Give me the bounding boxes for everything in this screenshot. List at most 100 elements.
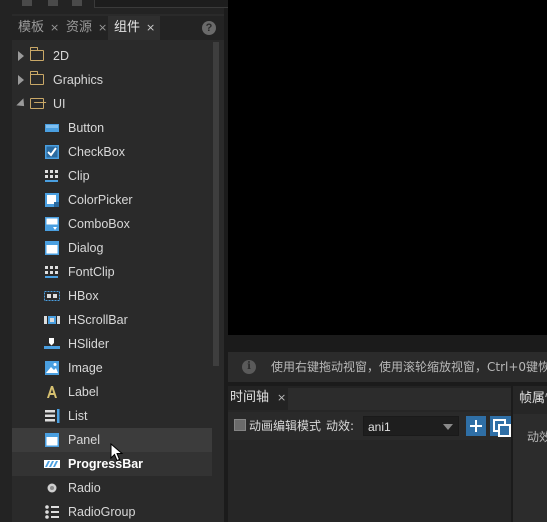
tab-timeline[interactable]: 时间轴 × xyxy=(228,386,286,410)
expand-arrow-icon[interactable] xyxy=(18,75,24,85)
folder-label: 2D xyxy=(53,49,69,63)
tree-item-radiogroup[interactable]: RadioGroup xyxy=(12,500,212,522)
scene-viewport[interactable] xyxy=(228,0,547,335)
viewport-hint-bar: i 使用右键拖动视窗，使用滚轮缩放视窗，Ctrl+0键恢复 xyxy=(228,352,547,382)
folder-icon xyxy=(29,71,44,85)
tab-bar-empty-area xyxy=(288,388,511,410)
frame-properties-body: 动效 xyxy=(513,414,547,522)
close-icon[interactable]: × xyxy=(50,21,59,34)
tree-scrollbar[interactable] xyxy=(213,42,219,366)
tree-item-label: List xyxy=(68,409,88,423)
left-edge-strip xyxy=(0,0,12,522)
tree-item-label: FontClip xyxy=(68,265,115,279)
info-icon: i xyxy=(242,360,256,374)
tree-item-label: HScrollBar xyxy=(68,313,128,327)
timeline-toolbar: 动画编辑模式 动效: ani1 xyxy=(228,412,511,440)
button-icon xyxy=(45,124,59,132)
close-icon[interactable]: × xyxy=(146,21,155,34)
tab-label: 时间轴 xyxy=(230,390,270,405)
toolbar-icon[interactable] xyxy=(22,0,32,6)
label-icon xyxy=(47,386,57,398)
radio-icon xyxy=(47,483,57,493)
tree-item-label: Radio xyxy=(68,481,101,495)
tree-item-label: RadioGroup xyxy=(68,505,136,519)
folder-label: Graphics xyxy=(53,73,104,87)
hscrollbar-icon xyxy=(44,316,60,324)
checkbox-icon xyxy=(45,145,59,159)
viewport-hint-text: 使用右键拖动视窗，使用滚轮缩放视窗，Ctrl+0键恢复 xyxy=(271,360,547,374)
tree-item-colorpicker[interactable]: ColorPicker xyxy=(12,188,212,212)
panel-tab-bar: 模板 × 资源 × 组件 × ? xyxy=(12,16,224,40)
tree-item-hbox[interactable]: HBox xyxy=(12,284,212,308)
tree-item-label: ColorPicker xyxy=(68,193,133,207)
dialog-icon xyxy=(45,241,59,255)
tab-label: 模板 xyxy=(18,20,45,35)
list-icon xyxy=(45,409,60,423)
toolbar-icon[interactable] xyxy=(48,0,58,6)
tree-item-combobox[interactable]: ComboBox xyxy=(12,212,212,236)
tab-label: 组件 xyxy=(114,20,141,35)
close-icon[interactable]: × xyxy=(98,21,107,34)
tab-frame-properties[interactable]: 帧属性 xyxy=(519,386,547,412)
timeline-panel: 时间轴 × 动画编辑模式 动效: ani1 xyxy=(228,386,511,522)
tree-item-hslider[interactable]: HSlider xyxy=(12,332,212,356)
anim-edit-mode-checkbox[interactable] xyxy=(234,419,246,431)
toolbar-icon[interactable] xyxy=(72,0,82,6)
collapse-arrow-icon[interactable] xyxy=(16,98,28,110)
expand-arrow-icon[interactable] xyxy=(18,51,24,61)
anim-edit-mode-label: 动画编辑模式 xyxy=(249,419,322,433)
tree-item-label[interactable]: Label xyxy=(12,380,212,404)
tree-item-label: ProgressBar xyxy=(68,457,144,471)
tree-item-fontclip[interactable]: FontClip xyxy=(12,260,212,284)
tree-item-radio[interactable]: Radio xyxy=(12,476,212,500)
help-icon[interactable]: ? xyxy=(202,21,216,35)
colorpicker-icon xyxy=(45,193,59,207)
tree-item-clip[interactable]: Clip xyxy=(12,164,212,188)
tree-folder-ui[interactable]: UI xyxy=(12,92,212,116)
folder-label: UI xyxy=(53,97,66,111)
tree-item-checkbox[interactable]: CheckBox xyxy=(12,140,212,164)
animation-label: 动效: xyxy=(326,419,355,433)
tree-item-label: ComboBox xyxy=(68,217,130,231)
folder-icon xyxy=(29,47,44,61)
tree-item-label: HSlider xyxy=(68,337,109,351)
tree-item-image[interactable]: Image xyxy=(12,356,212,380)
tree-item-button[interactable]: Button xyxy=(12,116,212,140)
fontclip-icon xyxy=(45,266,58,278)
progressbar-icon xyxy=(44,460,60,468)
tree-item-label: Label xyxy=(68,385,99,399)
tree-item-label: Dialog xyxy=(68,241,104,255)
tree-item-hscrollbar[interactable]: HScrollBar xyxy=(12,308,212,332)
scrollbar-thumb[interactable] xyxy=(213,42,219,366)
tree-item-dialog[interactable]: Dialog xyxy=(12,236,212,260)
radiogroup-icon xyxy=(45,505,59,519)
tab-label: 资源 xyxy=(66,20,93,35)
tab-assets[interactable]: 资源 × xyxy=(60,16,112,40)
tree-item-label: Clip xyxy=(68,169,90,183)
tree-folder-2d[interactable]: 2D xyxy=(12,44,212,68)
mouse-cursor-icon xyxy=(110,443,124,462)
close-icon[interactable]: × xyxy=(277,391,286,404)
add-animation-button[interactable] xyxy=(466,416,486,436)
panel-icon xyxy=(45,433,59,447)
combobox-icon xyxy=(45,217,59,231)
tab-components[interactable]: 组件 × xyxy=(108,16,160,40)
image-icon xyxy=(45,361,59,375)
top-toolbar xyxy=(12,0,230,14)
frame-properties-label: 动效 xyxy=(527,430,547,444)
timeline-tab-bar: 时间轴 × xyxy=(228,386,511,410)
animation-select[interactable]: ani1 xyxy=(363,416,459,436)
search-input[interactable] xyxy=(94,0,230,8)
hslider-icon xyxy=(44,338,60,349)
frame-properties-panel: 帧属性 动效 xyxy=(513,386,547,522)
copy-animation-button[interactable] xyxy=(490,416,511,437)
tree-item-label: HBox xyxy=(68,289,99,303)
tab-templates[interactable]: 模板 × xyxy=(12,16,64,40)
tree-item-label: Panel xyxy=(68,433,100,447)
tree-folder-graphics[interactable]: Graphics xyxy=(12,68,212,92)
clip-icon xyxy=(45,170,58,182)
tree-item-label: CheckBox xyxy=(68,145,125,159)
tree-item-label: Image xyxy=(68,361,103,375)
tree-item-label: Button xyxy=(68,121,105,135)
tree-item-list[interactable]: List xyxy=(12,404,212,428)
